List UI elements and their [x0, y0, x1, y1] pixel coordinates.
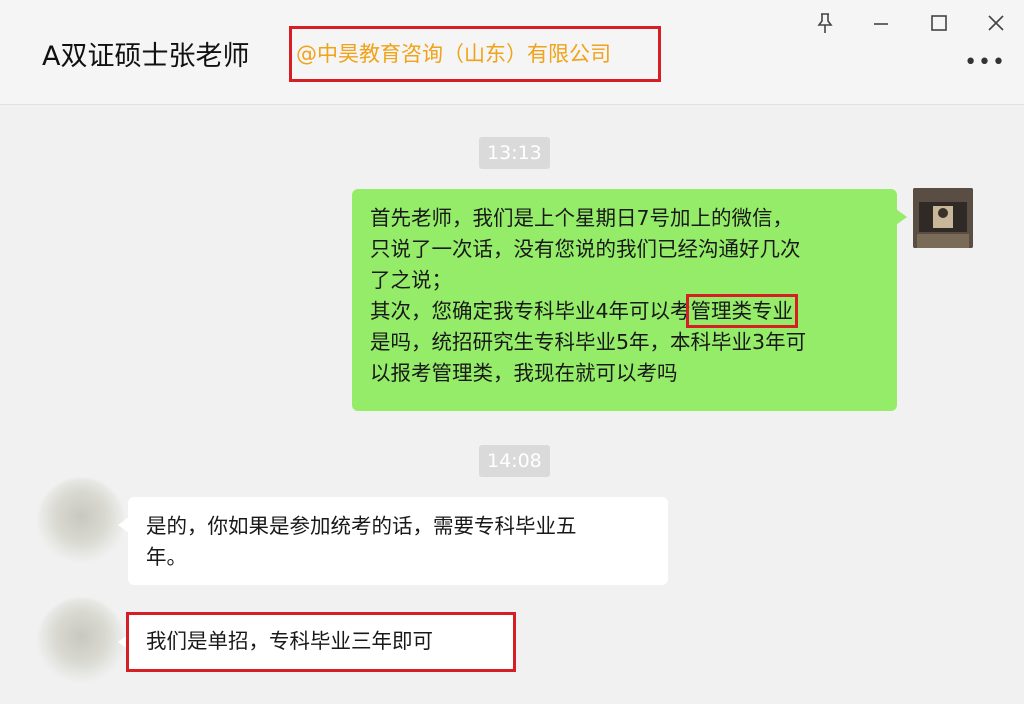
message-text: 其次，您确定我专科毕业4年可以考	[370, 299, 691, 323]
close-icon[interactable]	[981, 10, 1011, 36]
message-line: 了之说；	[370, 268, 452, 292]
my-avatar[interactable]	[913, 188, 973, 248]
contact-avatar[interactable]	[38, 478, 124, 564]
highlighted-text: 管理类专业	[685, 294, 799, 328]
maximize-icon[interactable]	[924, 10, 954, 36]
message-line: 年。	[146, 545, 187, 569]
my-message-bubble: 首先老师，我们是上个星期日7号加上的微信， 只说了一次话，没有您说的我们已经沟通…	[352, 189, 907, 411]
chat-header: A双证硕士张老师 @中昊教育咨询（山东）有限公司 •••	[0, 0, 1024, 105]
minimize-icon[interactable]	[866, 10, 896, 36]
message-line: 首先老师，我们是上个星期日7号加上的微信，	[370, 206, 794, 230]
contact-avatar[interactable]	[38, 598, 124, 684]
highlight-box	[126, 612, 516, 672]
timestamp: 13:13	[479, 137, 550, 169]
more-options-button[interactable]: •••	[964, 50, 1006, 75]
message-line: 是的，你如果是参加统考的话，需要专科毕业五	[146, 514, 577, 538]
company-tag: @中昊教育咨询（山东）有限公司	[289, 26, 661, 82]
message-line: 以报考管理类，我现在就可以考吗	[370, 361, 678, 385]
message-line: 其次，您确定我专科毕业4年可以考管理类专业	[370, 294, 885, 328]
contact-message-bubble: 是的，你如果是参加统考的话，需要专科毕业五 年。	[118, 497, 668, 585]
pin-icon[interactable]	[810, 10, 840, 36]
message-line: 是吗，统招研究生专科毕业5年，本科毕业3年可	[370, 330, 807, 354]
message-line: 只说了一次话，没有您说的我们已经沟通好几次	[370, 237, 801, 261]
contact-name: A双证硕士张老师	[42, 41, 250, 72]
timestamp: 14:08	[479, 445, 550, 477]
